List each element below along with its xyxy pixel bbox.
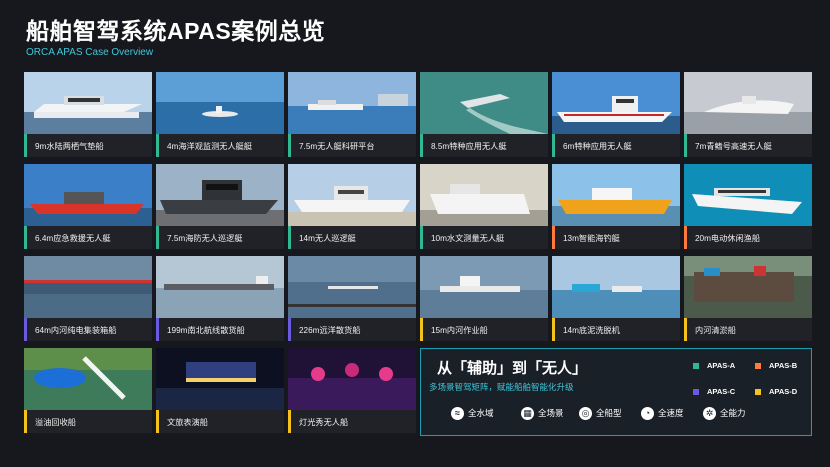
case-card[interactable]: 内河清淤船 — [684, 256, 812, 341]
feature-all-capabilities: ✲ 全能力 — [703, 407, 746, 421]
case-card[interactable]: 20m电动休闲渔船 — [684, 164, 812, 249]
case-photo — [156, 348, 284, 410]
case-caption: 8.5m特种应用无人艇 — [420, 134, 548, 157]
case-caption: 199m南北航线散货船 — [156, 318, 284, 341]
globe-icon: ◎ — [579, 407, 592, 421]
case-photo — [156, 256, 284, 318]
case-caption: 13m智能海钓艇 — [552, 226, 680, 249]
case-caption: 10m水文测量无人艇 — [420, 226, 548, 249]
case-caption: 7.5m无人艇科研平台 — [288, 134, 416, 157]
case-caption: 14m无人巡逻艇 — [288, 226, 416, 249]
case-photo — [552, 164, 680, 226]
case-photo — [24, 72, 152, 134]
legend-apas-a: APAS-A — [693, 361, 735, 370]
case-photo — [156, 72, 284, 134]
case-photo — [684, 164, 812, 226]
case-caption: 溢油回收船 — [24, 410, 152, 433]
case-caption: 灯光秀无人船 — [288, 410, 416, 433]
gear-icon: ✲ — [703, 407, 716, 421]
case-photo — [24, 164, 152, 226]
legend-apas-d: APAS-D — [755, 387, 797, 396]
case-card[interactable]: 7.5m海防无人巡逻艇 — [156, 164, 284, 249]
case-photo — [552, 256, 680, 318]
case-card[interactable]: 10m水文测量无人艇 — [420, 164, 548, 249]
case-photo — [684, 256, 812, 318]
case-card[interactable]: 199m南北航线散货船 — [156, 256, 284, 341]
case-caption: 64m内河纯电集装箱船 — [24, 318, 152, 341]
case-caption: 6m特种应用无人艇 — [552, 134, 680, 157]
case-caption: 7.5m海防无人巡逻艇 — [156, 226, 284, 249]
case-card[interactable]: 溢油回收船 — [24, 348, 152, 433]
case-caption: 文旅表演船 — [156, 410, 284, 433]
speedometer-icon: ◔ — [641, 407, 654, 421]
case-photo — [24, 348, 152, 410]
case-card[interactable]: 14m无人巡逻艇 — [288, 164, 416, 249]
case-card[interactable]: 9m水陆两栖气垫船 — [24, 72, 152, 157]
case-photo — [288, 164, 416, 226]
case-caption: 14m底泥洗脱机 — [552, 318, 680, 341]
case-caption: 9m水陆两栖气垫船 — [24, 134, 152, 157]
case-caption: 4m海洋观监测无人艇艇 — [156, 134, 284, 157]
case-card[interactable]: 6.4m应急救援无人艇 — [24, 164, 152, 249]
case-photo — [288, 348, 416, 410]
case-card[interactable]: 4m海洋观监测无人艇艇 — [156, 72, 284, 157]
case-caption: 226m远洋散货船 — [288, 318, 416, 341]
feature-all-waters: ≈ 全水域 — [451, 407, 494, 421]
case-caption: 7m青鳍号高速无人艇 — [684, 134, 812, 157]
legend-apas-b: APAS-B — [755, 361, 797, 370]
case-card[interactable]: 7m青鳍号高速无人艇 — [684, 72, 812, 157]
case-card[interactable]: 6m特种应用无人艇 — [552, 72, 680, 157]
case-card[interactable]: 灯光秀无人船 — [288, 348, 416, 433]
case-photo — [552, 72, 680, 134]
legend-apas-c: APAS-C — [693, 387, 735, 396]
page-subtitle: ORCA APAS Case Overview — [26, 47, 154, 58]
case-photo — [684, 72, 812, 134]
case-card[interactable]: 15m内河作业船 — [420, 256, 548, 341]
panel-subheading: 多场景智驾矩阵，赋能船舶智能化升级 — [429, 382, 574, 392]
case-photo — [420, 72, 548, 134]
case-card[interactable]: 226m远洋散货船 — [288, 256, 416, 341]
wave-icon: ≈ — [451, 407, 464, 421]
feature-all-scenarios: ▦ 全场景 — [521, 407, 564, 421]
case-photo — [288, 72, 416, 134]
case-photo — [420, 256, 548, 318]
case-card[interactable]: 13m智能海钓艇 — [552, 164, 680, 249]
case-photo — [156, 164, 284, 226]
case-card[interactable]: 文旅表演船 — [156, 348, 284, 433]
case-photo — [24, 256, 152, 318]
case-card[interactable]: 8.5m特种应用无人艇 — [420, 72, 548, 157]
case-caption: 20m电动休闲渔船 — [684, 226, 812, 249]
case-photo — [420, 164, 548, 226]
case-card[interactable]: 64m内河纯电集装箱船 — [24, 256, 152, 341]
summary-panel: 从「辅助」到「无人」 多场景智驾矩阵，赋能船舶智能化升级 APAS-A APAS… — [420, 348, 812, 436]
feature-all-ship-types: ◎ 全船型 — [579, 407, 622, 421]
page-title: 船舶智驾系统APAS案例总览 — [26, 18, 326, 44]
grid-icon: ▦ — [521, 407, 534, 421]
case-card[interactable]: 7.5m无人艇科研平台 — [288, 72, 416, 157]
case-caption: 6.4m应急救援无人艇 — [24, 226, 152, 249]
case-caption: 15m内河作业船 — [420, 318, 548, 341]
case-photo — [288, 256, 416, 318]
feature-all-speeds: ◔ 全速度 — [641, 407, 684, 421]
case-caption: 内河清淤船 — [684, 318, 812, 341]
case-card[interactable]: 14m底泥洗脱机 — [552, 256, 680, 341]
panel-heading: 从「辅助」到「无人」 — [437, 360, 588, 377]
